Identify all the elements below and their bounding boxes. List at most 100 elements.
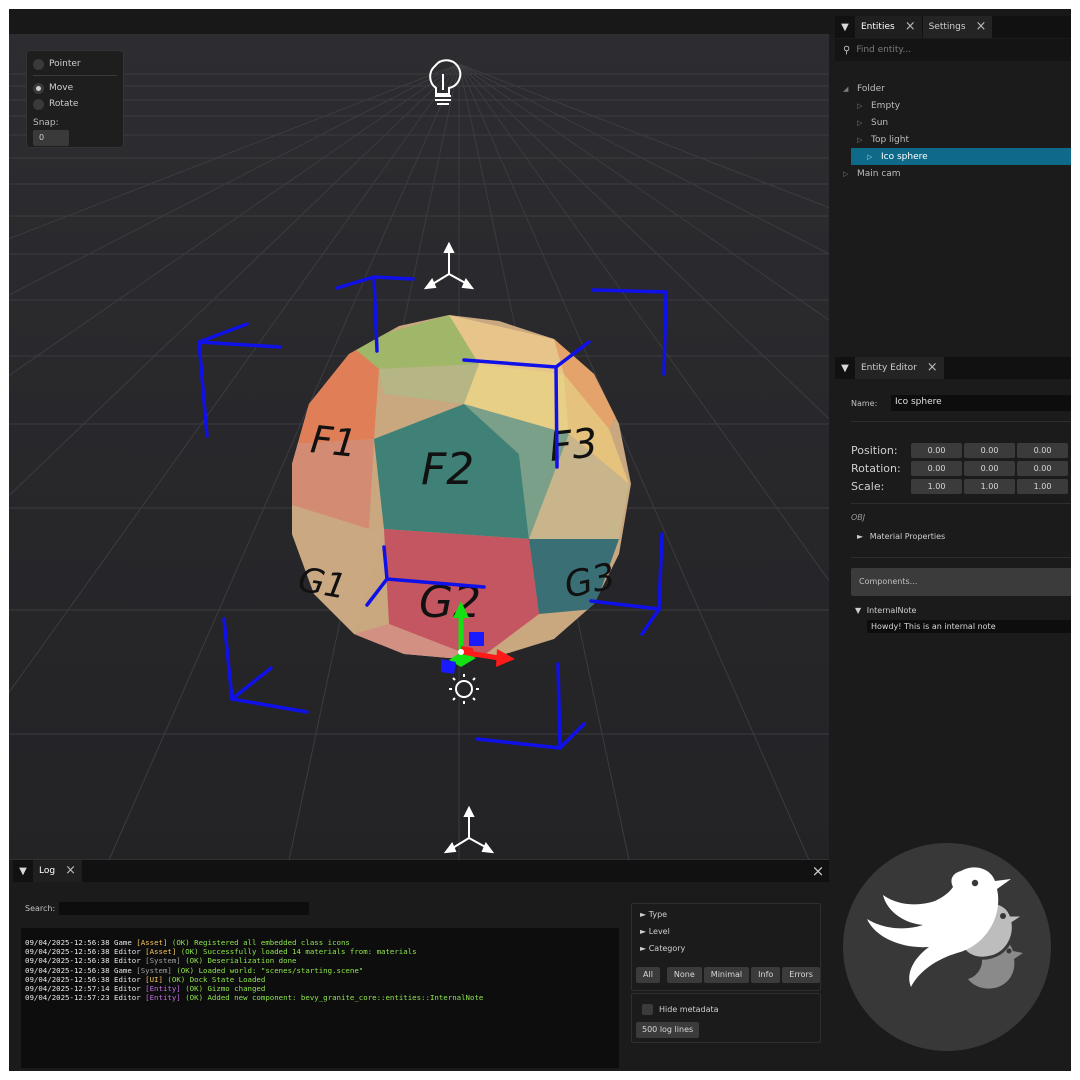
face-label-g1: G1 [295, 560, 349, 608]
move-radio[interactable] [33, 82, 44, 94]
log-panel: ▼ Log × × Search: 09/04/2025-12:56:38 Ga… [13, 860, 829, 1071]
material-properties-label: Material Properties [869, 532, 946, 541]
rotation-x-field[interactable]: 0.00 [911, 460, 962, 476]
position-z-field[interactable]: 0.00 [1017, 442, 1068, 458]
tree-item-folder[interactable]: ◢ Folder [835, 80, 1071, 97]
none-button[interactable]: None [666, 967, 702, 983]
scale-x-field[interactable]: 1.00 [911, 478, 962, 494]
close-icon[interactable]: × [976, 20, 987, 33]
entity-search-input[interactable]: Find entity... [856, 45, 911, 55]
scene-viewport[interactable]: F1 F2 F3 G1 G2 G3 Pointer Move Rotate Sn… [9, 34, 829, 860]
rotation-y-field[interactable]: 0.00 [964, 460, 1015, 476]
position-label: Position: [851, 443, 898, 457]
filter-category-label: Category [648, 944, 686, 953]
log-timestamp: 09/04/2025-12:56:38 [25, 974, 110, 984]
gizmo-mode-rotate[interactable]: Rotate [33, 96, 117, 112]
expand-triangle-icon[interactable]: ◢ [843, 85, 853, 93]
pointer-label: Pointer [49, 59, 81, 69]
log-source: Editor [114, 974, 141, 984]
panel-menu-triangle-icon[interactable]: ▼ [13, 860, 33, 882]
entity-search[interactable]: ⚲ Find entity... [835, 39, 1071, 61]
material-properties-toggle[interactable]: ► Material Properties [857, 532, 945, 541]
gizmo-mode-move[interactable]: Move [33, 80, 117, 96]
rotation-z-field[interactable]: 0.00 [1017, 460, 1068, 476]
entity-tree: ◢ Folder ▷ Empty ▷ Sun ▷ Top light ▷ Ico… [835, 80, 1071, 182]
name-field[interactable]: Ico sphere [891, 395, 1071, 411]
log-message: Successfully loaded 14 materials from: m… [203, 947, 417, 957]
log-category: [Asset] [145, 947, 177, 957]
components-button[interactable]: Components... [851, 568, 1071, 596]
gizmo-mode-panel: Pointer Move Rotate Snap: 0 [26, 50, 124, 148]
expand-triangle-icon: ► [857, 532, 864, 541]
log-message: Registered all embedded class icons [194, 938, 350, 947]
log-category: [UI] [145, 974, 163, 984]
entities-tabbar: ▼ Entities × Settings × [835, 16, 1071, 38]
collapsed-triangle-icon: ▷ [843, 169, 849, 178]
log-tabbar: ▼ Log × × [13, 860, 829, 882]
face-label-f1: F1 [309, 417, 359, 466]
scale-y-field[interactable]: 1.00 [964, 478, 1015, 494]
log-line: 09/04/2025-12:56:38 Editor [UI] (OK) Doc… [25, 975, 615, 984]
info-button[interactable]: Info [751, 967, 781, 983]
rotation-row: Rotation: 0.00 0.00 0.00 [851, 459, 1070, 477]
tab-entities[interactable]: Entities × [855, 16, 923, 38]
tab-log-label: Log [39, 866, 56, 876]
panel-menu-triangle-icon[interactable]: ▼ [835, 16, 855, 38]
collapsed-triangle-icon: ▷ [857, 135, 863, 144]
filter-type[interactable]: ► Type [640, 910, 812, 927]
log-status: (OK) [185, 956, 204, 966]
position-y-field[interactable]: 0.00 [964, 442, 1015, 458]
divider [851, 503, 1071, 504]
log-source: Game [114, 965, 132, 975]
errors-button[interactable]: Errors [782, 967, 820, 983]
log-lines-button[interactable]: 500 log lines [636, 1022, 700, 1038]
tab-settings[interactable]: Settings × [922, 16, 994, 38]
divider [851, 557, 1071, 558]
tree-item-sun[interactable]: ▷ Sun [835, 114, 1071, 131]
tree-item-main-cam[interactable]: ▷ Main cam [835, 165, 1071, 182]
tab-entity-editor-label: Entity Editor [861, 363, 917, 373]
tab-entity-editor[interactable]: Entity Editor × [855, 357, 945, 379]
tree-item-label: Ico sphere [881, 151, 928, 162]
obj-label: OBJ [851, 513, 866, 522]
gizmo-mode-pointer[interactable]: Pointer [33, 56, 117, 72]
tree-item-empty[interactable]: ▷ Empty [835, 97, 1071, 114]
hide-metadata-toggle[interactable]: Hide metadata [642, 1004, 719, 1015]
log-source: Game [114, 938, 132, 947]
tree-item-ico-sphere[interactable]: ▷ Ico sphere [851, 148, 1071, 165]
log-source: Editor [114, 993, 141, 1003]
close-icon[interactable]: × [927, 361, 938, 374]
log-status: (OK) [185, 993, 204, 1003]
pointer-radio[interactable] [33, 58, 44, 70]
panel-menu-triangle-icon[interactable]: ▼ [835, 357, 855, 379]
tree-item-label: Top light [871, 134, 909, 145]
scale-z-field[interactable]: 1.00 [1017, 478, 1068, 494]
hide-metadata-checkbox[interactable] [642, 1004, 653, 1015]
filter-level[interactable]: ► Level [640, 927, 812, 944]
all-button[interactable]: All [636, 967, 660, 983]
filter-category[interactable]: ► Category [640, 944, 812, 961]
name-label: Name: [851, 398, 878, 408]
snap-input[interactable]: 0 [33, 130, 69, 146]
rotate-radio[interactable] [33, 98, 44, 110]
minimal-button[interactable]: Minimal [703, 967, 750, 983]
bevy-bird-logo-icon [843, 843, 1051, 1051]
position-x-field[interactable]: 0.00 [911, 442, 962, 458]
log-status: (OK) [171, 938, 190, 947]
app-window: F1 F2 F3 G1 G2 G3 Pointer Move Rotate Sn… [9, 9, 1071, 1071]
log-output[interactable]: 09/04/2025-12:56:38 Game [Asset] (OK) Re… [21, 928, 619, 1068]
close-icon[interactable]: × [905, 20, 916, 33]
log-search-input[interactable] [59, 902, 310, 915]
tree-item-label: Folder [857, 83, 885, 94]
internal-note-field[interactable]: Howdy! This is an internal note [867, 620, 1071, 633]
tab-log[interactable]: Log × [33, 860, 83, 882]
scene-canvas[interactable]: F1 F2 F3 G1 G2 G3 [9, 34, 829, 860]
tree-item-top-light[interactable]: ▷ Top light [835, 131, 1071, 148]
log-source: Editor [114, 947, 141, 957]
close-panel-icon[interactable]: × [807, 860, 829, 882]
log-search-label: Search: [25, 904, 56, 913]
close-icon[interactable]: × [65, 864, 76, 877]
internal-note-toggle[interactable]: ▼ InternalNote [855, 606, 916, 615]
transform-block: Position: 0.00 0.00 0.00 Rotation: 0.00 … [851, 441, 1070, 495]
log-filters: ► Type ► Level ► Category All None Minim… [631, 903, 821, 991]
